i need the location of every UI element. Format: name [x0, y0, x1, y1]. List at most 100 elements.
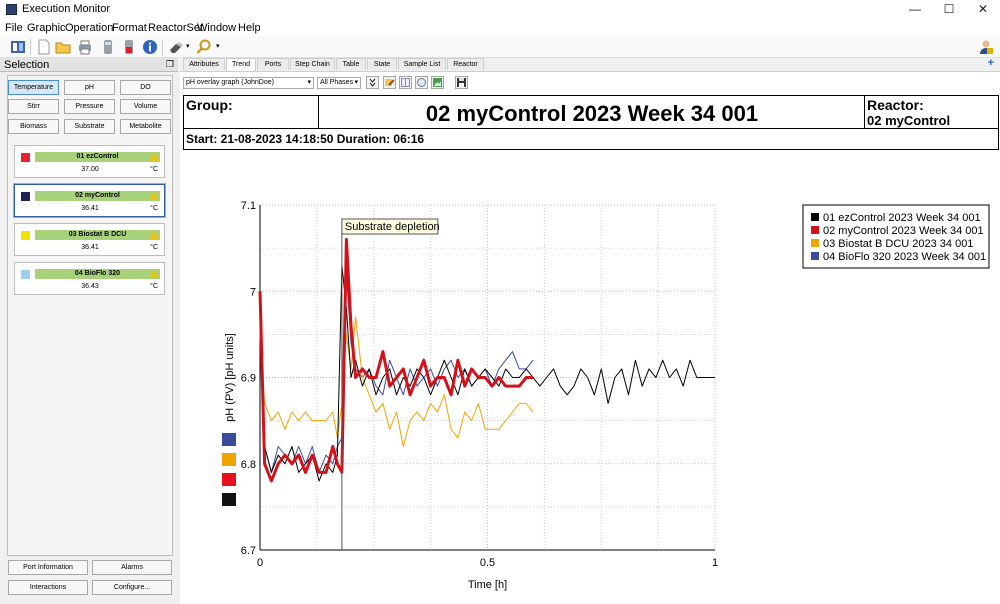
y-tick-label: 6.9: [241, 373, 256, 385]
tab-step-chain[interactable]: Step Chain: [290, 58, 335, 70]
save-icon[interactable]: [455, 76, 468, 89]
minimize-button[interactable]: —: [898, 0, 932, 19]
quantity-temperature-button[interactable]: Temperature: [8, 80, 59, 95]
port-information-button[interactable]: Port Information: [8, 560, 88, 575]
window-title: Execution Monitor: [22, 3, 111, 15]
close-button[interactable]: ✕: [966, 0, 1000, 19]
legend-label: 01 ezControl 2023 Week 34 001: [823, 212, 981, 224]
toolbar: ▾ ▾: [0, 36, 1000, 58]
series-swatch: [222, 493, 236, 506]
tab-table[interactable]: Table: [336, 58, 366, 70]
reactor-card-03-biostat[interactable]: 03 Biostat B DCU 36.41 °C: [14, 223, 165, 256]
annotation-text: Substrate depletion: [345, 221, 440, 233]
edit-graph-icon[interactable]: [383, 76, 396, 89]
reactor-unit: °C: [150, 205, 158, 212]
quantity-metabolite-button[interactable]: Metabolite: [120, 119, 171, 134]
y-tick-label: 6.8: [241, 459, 256, 471]
chevron-down-icon: ▾: [307, 79, 311, 86]
reactor-color-swatch: [21, 231, 30, 240]
chevron-down-icon[interactable]: ▾: [186, 42, 190, 50]
warning-icon: [149, 191, 159, 200]
new-document-icon[interactable]: [36, 39, 52, 55]
quantity-ph-button[interactable]: pH: [64, 80, 115, 95]
graph-select-value: pH overlay graph (JohnDoe): [186, 79, 274, 86]
alarms-button[interactable]: Alarms: [92, 560, 172, 575]
legend-swatch: [811, 213, 819, 221]
reactor-gray-icon[interactable]: [100, 39, 116, 55]
export-image-icon[interactable]: [431, 76, 444, 89]
layout-icon[interactable]: [399, 76, 412, 89]
undock-icon[interactable]: ❐: [166, 59, 174, 70]
menu-operation[interactable]: Operation: [65, 22, 113, 34]
reactor-unit: °C: [150, 166, 158, 173]
reactor-card-04-bioflo[interactable]: 04 BioFlo 320 36.43 °C: [14, 262, 165, 295]
print-icon[interactable]: [77, 39, 93, 55]
reactor-name: 02 myControl: [35, 191, 160, 201]
legend-label: 03 Biostat B DCU 2023 34 001: [823, 238, 973, 250]
reactor-value: 36.43: [81, 283, 99, 290]
reactor-red-icon[interactable]: [121, 39, 137, 55]
reactor-value: 36.41: [81, 244, 99, 251]
phase-select-value: All Phases: [320, 79, 354, 86]
menu-format[interactable]: Format: [112, 22, 147, 34]
menu-graphic[interactable]: Graphic: [27, 22, 66, 34]
zoom-reset-icon[interactable]: [415, 76, 428, 89]
legend-swatch: [811, 226, 819, 234]
tab-trend[interactable]: Trend: [226, 58, 256, 71]
quantity-biomass-button[interactable]: Biomass: [8, 119, 59, 134]
start-duration-text: Start: 21-08-2023 14:18:50 Duration: 06:…: [186, 132, 425, 146]
x-tick-label: 1: [712, 557, 718, 569]
legend-label: 04 BioFlo 320 2023 Week 34 001: [823, 251, 986, 263]
reactor-name: 04 BioFlo 320: [35, 269, 160, 279]
menu-file[interactable]: File: [5, 22, 23, 34]
reactor-name: 03 Biostat B DCU: [35, 230, 160, 240]
y-tick-label: 7.1: [241, 200, 256, 212]
report-title: 02 myControl 2023 Week 34 001: [425, 101, 759, 126]
user-avatar-icon[interactable]: [978, 39, 994, 55]
reactor-card-02-mycontrol[interactable]: 02 myControl 36.41 °C: [14, 184, 165, 217]
tab-state[interactable]: State: [367, 58, 397, 70]
interactions-button[interactable]: Interactions: [8, 580, 88, 595]
toolbar-separator: [30, 39, 31, 55]
reactor-color-swatch: [21, 153, 30, 162]
reactor-label: Reactor:: [867, 97, 924, 113]
add-tab-icon[interactable]: +: [988, 58, 994, 69]
maximize-button[interactable]: ☐: [932, 0, 966, 19]
y-tick-label: 6.7: [241, 545, 256, 557]
graph-select[interactable]: pH overlay graph (JohnDoe) ▾: [183, 77, 314, 89]
x-tick-label: 0.5: [480, 557, 495, 569]
quantity-pressure-button[interactable]: Pressure: [64, 99, 115, 114]
tab-reactor[interactable]: Reactor: [447, 58, 484, 70]
configure-button[interactable]: Configure...: [92, 580, 172, 595]
quantity-volume-button[interactable]: Volume: [120, 99, 171, 114]
scroll-down-icon[interactable]: [366, 76, 379, 89]
reactor-color-swatch: [21, 192, 30, 201]
search-icon[interactable]: [196, 39, 212, 55]
quantity-do-button[interactable]: DO: [120, 80, 171, 95]
series-swatch: [222, 473, 236, 486]
quantity-stirr-button[interactable]: Stirr: [8, 99, 59, 114]
tab-attributes[interactable]: Attributes: [183, 58, 225, 70]
phase-select[interactable]: All Phases ▾: [317, 77, 361, 89]
reactor-unit: °C: [150, 283, 158, 290]
eraser-icon[interactable]: [168, 39, 184, 55]
reactor-card-01-ezcontrol[interactable]: 01 ezControl 37.00 °C: [14, 145, 165, 178]
tab-sample-list[interactable]: Sample List: [398, 58, 446, 70]
menu-help[interactable]: Help: [238, 22, 261, 34]
reactor-cell: Reactor: 02 myControl: [865, 96, 998, 129]
group-cell: Group:: [184, 96, 319, 129]
menu-reactorset[interactable]: ReactorSet: [148, 22, 203, 34]
open-folder-icon[interactable]: [55, 39, 71, 55]
quantity-substrate-button[interactable]: Substrate: [64, 119, 115, 134]
tab-ports[interactable]: Ports: [257, 58, 289, 70]
chevron-down-icon[interactable]: ▾: [216, 42, 220, 50]
menu-window[interactable]: Window: [197, 22, 236, 34]
info-icon[interactable]: [142, 39, 158, 55]
warning-icon: [149, 152, 159, 161]
report-title-cell: 02 myControl 2023 Week 34 001: [319, 96, 865, 129]
reactorset-icon[interactable]: [10, 39, 26, 55]
menu-bar: File Graphic Operation Format ReactorSet…: [0, 19, 1000, 36]
execution-monitor-window: Execution Monitor — ☐ ✕ File Graphic Ope…: [0, 0, 1000, 604]
start-duration-cell: Start: 21-08-2023 14:18:50 Duration: 06:…: [184, 129, 998, 149]
reactor-value: 36.41: [81, 205, 99, 212]
